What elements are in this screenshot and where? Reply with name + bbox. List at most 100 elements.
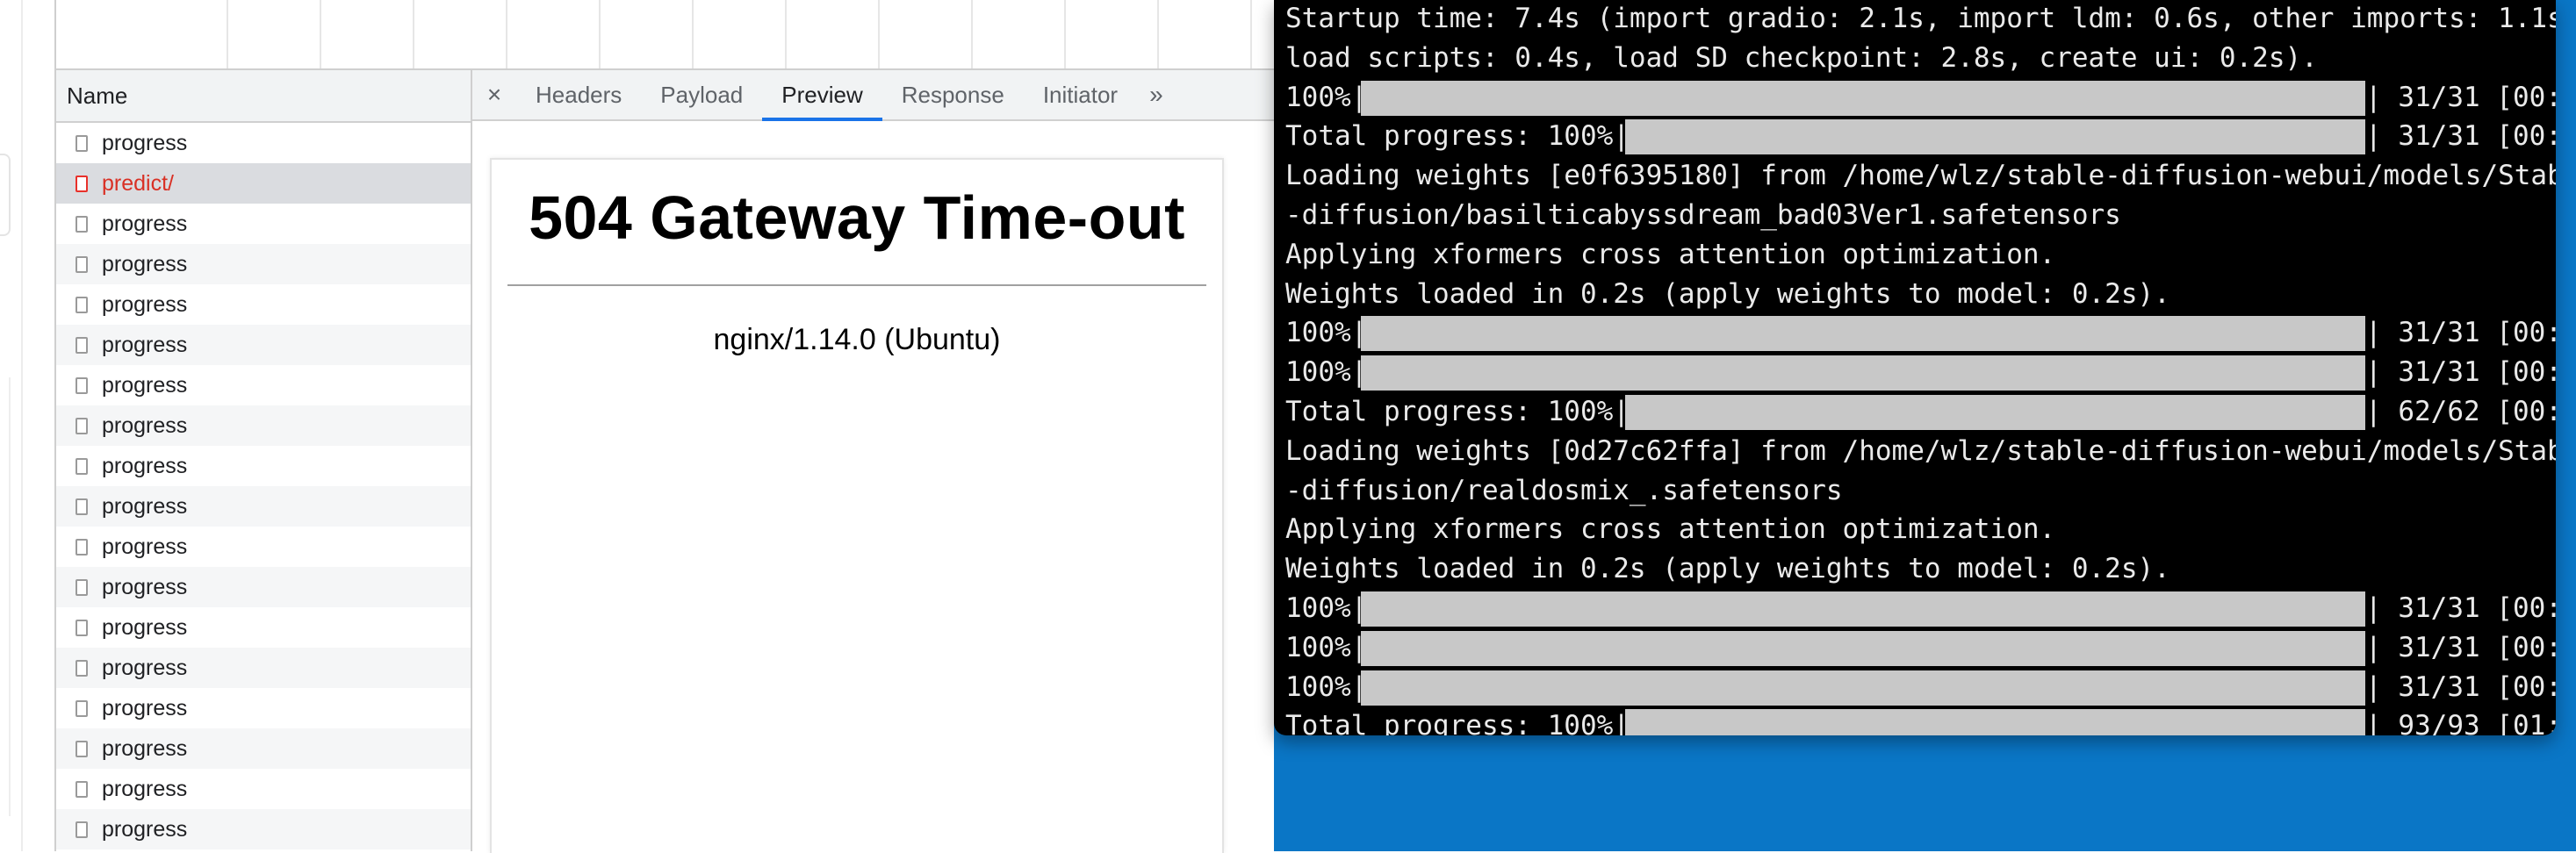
request-row[interactable]: progress: [56, 567, 471, 607]
tab-response[interactable]: Response: [882, 70, 1024, 119]
request-row[interactable]: progress: [56, 486, 471, 527]
more-tabs-chevron-icon[interactable]: »: [1137, 70, 1176, 119]
request-name: progress: [102, 816, 188, 842]
progress-suffix: | 31/31 [00:20<00:00, 1.51it/s]: [2365, 631, 2556, 663]
request-row[interactable]: progress: [56, 123, 471, 163]
preview-server-text: nginx/1.14.0 (Ubuntu): [713, 323, 1001, 356]
request-row[interactable]: progress: [56, 648, 471, 688]
terminal-window[interactable]: Startup time: 7.4s (import gradio: 2.1s,…: [1274, 0, 2556, 735]
request-name: progress: [102, 534, 188, 559]
request-name: progress: [102, 574, 188, 599]
terminal-line: Applying xformers cross attention optimi…: [1285, 238, 2056, 270]
request-name: progress: [102, 130, 188, 155]
progress-prefix: Total progress: 100%|: [1285, 120, 1630, 153]
page-edge-line: [21, 0, 23, 851]
progress-bar-fill: [1361, 670, 2365, 706]
request-name: progress: [102, 291, 188, 317]
terminal-line: -diffusion/realdosmix_.safetensors: [1285, 474, 1843, 506]
request-name: predict/: [102, 170, 174, 196]
request-row[interactable]: progress: [56, 365, 471, 405]
request-name: progress: [102, 372, 188, 398]
request-row[interactable]: predict/: [56, 163, 471, 204]
close-icon[interactable]: ×: [472, 70, 516, 119]
request-name: progress: [102, 251, 188, 276]
progress-bar-fill: [1361, 80, 2365, 116]
terminal-line: Startup time: 7.4s (import gradio: 2.1s,…: [1285, 3, 2556, 34]
network-waterfall-overview[interactable]: [56, 0, 1276, 70]
tab-payload[interactable]: Payload: [641, 70, 762, 119]
page-side-panel: [0, 377, 11, 816]
request-name: progress: [102, 735, 188, 761]
file-icon: [76, 538, 88, 556]
progress-suffix: | 31/31 [00:20<00:00, 1.52it/s]: [2365, 356, 2556, 389]
file-icon: [76, 821, 88, 838]
tab-initiator[interactable]: Initiator: [1024, 70, 1137, 119]
request-row[interactable]: progress: [56, 446, 471, 486]
request-name: progress: [102, 412, 188, 438]
progress-suffix: | 31/31 [00:20<00:00, 1.52it/s]: [2365, 317, 2556, 349]
waterfall-gridline: [320, 0, 321, 68]
request-name: progress: [102, 695, 188, 720]
terminal-line: Loading weights [0d27c62ffa] from /home/…: [1285, 434, 2556, 467]
preview-error-title: 504 Gateway Time-out: [529, 183, 1185, 252]
request-row[interactable]: progress: [56, 325, 471, 365]
progress-bar-fill: [1624, 709, 2365, 735]
file-icon: [76, 498, 88, 515]
progress-suffix: | 31/31 [00:20<00:00, 1.49it/s]: [2365, 670, 2556, 703]
request-name: progress: [102, 776, 188, 801]
file-icon: [76, 296, 88, 313]
progress-prefix: 100%|: [1285, 631, 1368, 663]
request-row[interactable]: progress: [56, 527, 471, 567]
progress-prefix: 100%|: [1285, 592, 1368, 624]
progress-suffix: | 62/62 [00:42<00:00, 1.46it/s]: [2365, 396, 2556, 427]
terminal-line: Weights loaded in 0.2s (apply weights to…: [1285, 277, 2170, 310]
file-icon: [76, 215, 88, 233]
terminal-line: -diffusion/basilticabyssdream_bad03Ver1.…: [1285, 199, 2121, 231]
detail-tab-bar: × Headers Payload Preview Response Initi…: [472, 70, 1276, 121]
progress-prefix: Total progress: 100%|: [1285, 396, 1630, 427]
terminal-line: Applying xformers cross attention optimi…: [1285, 513, 2056, 546]
request-row[interactable]: progress: [56, 728, 471, 769]
waterfall-gridline: [1250, 0, 1252, 68]
terminal-line: load scripts: 0.4s, load SD checkpoint: …: [1285, 41, 2318, 74]
file-icon: [76, 578, 88, 596]
file-icon: [76, 740, 88, 757]
tab-preview[interactable]: Preview: [762, 70, 883, 121]
file-icon: [76, 457, 88, 475]
progress-prefix: Total progress: 100%|: [1285, 710, 1630, 735]
request-row[interactable]: progress: [56, 244, 471, 284]
file-icon: [76, 175, 88, 192]
request-row[interactable]: progress: [56, 607, 471, 648]
file-icon: [76, 134, 88, 152]
request-list: Name progress predict/progress progress pro…: [56, 70, 472, 851]
request-detail-pane: × Headers Payload Preview Response Initi…: [472, 70, 1276, 853]
file-icon: [76, 780, 88, 798]
tab-headers[interactable]: Headers: [516, 70, 641, 119]
request-row[interactable]: progress: [56, 688, 471, 728]
waterfall-gridline: [599, 0, 601, 68]
waterfall-gridline: [878, 0, 880, 68]
request-row[interactable]: progress: [56, 284, 471, 325]
progress-bar-fill: [1361, 316, 2365, 352]
file-icon: [76, 659, 88, 677]
file-icon: [76, 417, 88, 434]
request-name: progress: [102, 453, 188, 478]
response-preview: 504 Gateway Time-out nginx/1.14.0 (Ubunt…: [490, 158, 1224, 853]
request-name: progress: [102, 655, 188, 680]
progress-bar-fill: [1624, 119, 2365, 155]
request-rows: progress predict/progress progress progress…: [56, 123, 471, 849]
request-row[interactable]: progress: [56, 405, 471, 446]
progress-bar-fill: [1361, 630, 2365, 666]
request-row[interactable]: progress: [56, 204, 471, 244]
page-side-tab: [0, 154, 11, 236]
file-icon: [76, 619, 88, 636]
request-row[interactable]: progress: [56, 809, 471, 849]
file-icon: [76, 336, 88, 354]
request-name: progress: [102, 332, 188, 357]
progress-suffix: | 31/31 [00:20<00:00, 1.51it/s]: [2365, 592, 2556, 624]
name-column-header[interactable]: Name: [56, 70, 471, 123]
request-row[interactable]: progress: [56, 769, 471, 809]
progress-suffix: | 93/93 [01:05<00:00, 1.42it/s]: [2365, 710, 2556, 735]
waterfall-gridline: [692, 0, 694, 68]
waterfall-gridline: [1157, 0, 1159, 68]
